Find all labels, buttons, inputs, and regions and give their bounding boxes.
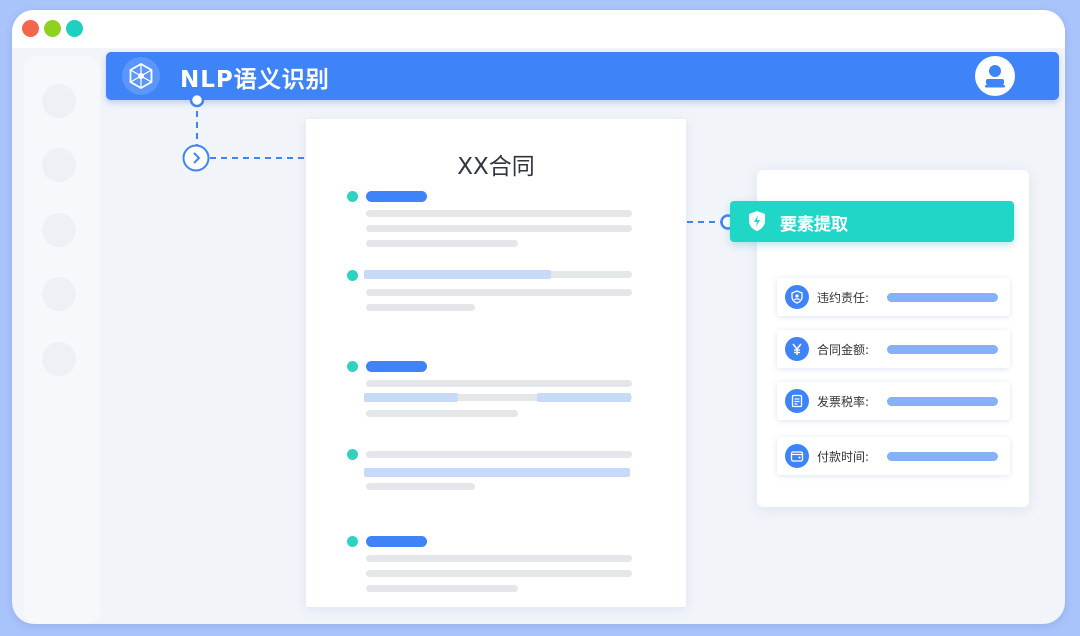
- text-line: [366, 380, 632, 387]
- shield-icon: [749, 211, 765, 231]
- extraction-title: 要素提取: [780, 215, 848, 235]
- receipt-icon: [785, 389, 809, 413]
- field-value-bar: [887, 452, 998, 461]
- section-marker: [347, 449, 358, 460]
- field-label: 付款时间:: [817, 450, 870, 464]
- extraction-header: 要素提取: [730, 201, 1014, 242]
- text-line: [366, 483, 475, 490]
- field-row: 发票税率:: [777, 382, 1010, 420]
- text-line: [366, 410, 518, 417]
- section-heading-bar: [366, 361, 427, 372]
- highlighted-text: [537, 393, 631, 402]
- section-marker: [347, 536, 358, 547]
- highlighted-text: [364, 468, 630, 477]
- field-row: 违约责任:: [777, 278, 1010, 316]
- text-line: [366, 210, 632, 217]
- wallet-icon: [785, 444, 809, 468]
- text-line: [366, 555, 632, 562]
- field-label: 发票税率:: [817, 395, 870, 409]
- field-label: 合同金额:: [817, 343, 870, 357]
- text-line: [366, 585, 518, 592]
- text-line: [366, 570, 632, 577]
- section-heading-bar: [366, 536, 427, 547]
- text-line: [366, 240, 518, 247]
- highlighted-text: [364, 393, 458, 402]
- field-value-bar: [887, 397, 998, 406]
- user-shield-icon: [785, 285, 809, 309]
- yen-icon: [785, 337, 809, 361]
- field-value-bar: [887, 345, 998, 354]
- highlighted-text: [364, 270, 551, 279]
- section-marker: [347, 270, 358, 281]
- field-value-bar: [887, 293, 998, 302]
- document-title: XX合同: [457, 154, 535, 180]
- app-window: NLP语义识别 XX合同 要素提取 违约责任: 合同金额: 发票税率: 付款时间…: [12, 10, 1065, 624]
- field-label: 违约责任:: [817, 291, 870, 305]
- text-line: [366, 451, 632, 458]
- text-line: [366, 304, 475, 311]
- section-heading-bar: [366, 191, 427, 202]
- chevron-right-icon[interactable]: [182, 144, 211, 173]
- text-line: [366, 225, 632, 232]
- section-marker: [347, 361, 358, 372]
- field-row: 合同金额:: [777, 330, 1010, 368]
- field-row: 付款时间:: [777, 437, 1010, 475]
- contract-document: XX合同: [306, 119, 686, 607]
- section-marker: [347, 191, 358, 202]
- text-line: [366, 289, 632, 296]
